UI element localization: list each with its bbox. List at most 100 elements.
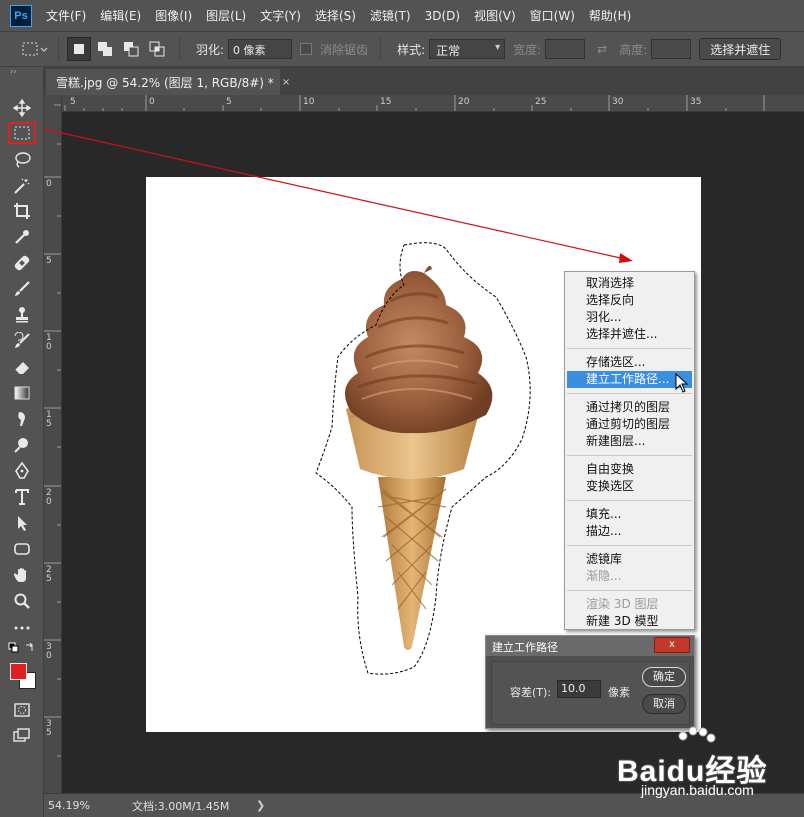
cancel-button[interactable]: 取消 (642, 694, 686, 714)
menu-image[interactable]: 图像(I) (155, 7, 192, 24)
antialias-label: 消除锯齿 (320, 42, 369, 57)
path-selection-tool-icon[interactable] (8, 512, 36, 534)
menu-item-select-and-mask[interactable]: 选择并遮住... (565, 326, 694, 343)
swap-icon[interactable]: ⇄ (597, 42, 607, 56)
menu-layer[interactable]: 图层(L) (206, 7, 246, 24)
menu-window[interactable]: 窗口(W) (530, 7, 575, 24)
hand-tool-icon[interactable] (8, 564, 36, 586)
tolerance-input[interactable]: 10.0 (557, 680, 601, 698)
pen-tool-icon[interactable] (8, 460, 36, 482)
photoshop-logo-icon: Ps (10, 4, 32, 27)
more-tools-icon[interactable] (8, 617, 36, 639)
menu-filter[interactable]: 滤镜(T) (370, 7, 411, 24)
menu-file[interactable]: 文件(F) (46, 7, 86, 24)
zoom-level[interactable]: 54.19% (48, 799, 118, 812)
menu-item-layer-via-copy[interactable]: 通过拷贝的图层 (565, 399, 694, 416)
crop-tool-icon[interactable] (8, 200, 36, 222)
menu-item-new-layer[interactable]: 新建图层... (565, 433, 694, 450)
ruler-label: 0 (149, 97, 155, 107)
marquee-preset-icon (22, 42, 48, 56)
tools-panel: ›› (0, 67, 44, 817)
menu-view[interactable]: 视图(V) (474, 7, 516, 24)
menu-separator (567, 500, 692, 501)
style-label: 样式: (397, 42, 426, 57)
color-swatches[interactable] (10, 663, 36, 689)
close-tab-icon[interactable]: × (282, 77, 290, 88)
ruler-label: 20 (458, 97, 470, 107)
dodge-tool-icon[interactable] (8, 434, 36, 456)
feather-input[interactable]: 0 像素 (228, 39, 293, 59)
intersect-selection-button[interactable] (145, 37, 169, 61)
vertical-ruler[interactable]: 0 5 1 0 1 5 2 0 2 5 3 0 3 5 (44, 95, 62, 793)
menu-item-deselect[interactable]: 取消选择 (565, 275, 694, 292)
healing-brush-tool-icon[interactable] (8, 252, 36, 274)
dialog-title-bar[interactable]: 建立工作路径 x (486, 636, 694, 656)
ok-button[interactable]: 确定 (642, 667, 686, 687)
lasso-tool-icon[interactable] (8, 149, 36, 171)
menu-type[interactable]: 文字(Y) (260, 7, 301, 24)
select-and-mask-button[interactable]: 选择并遮住 (699, 38, 782, 60)
eyedropper-tool-icon[interactable] (8, 226, 36, 248)
menu-item-fill[interactable]: 填充... (565, 506, 694, 523)
document-tab-title: 雪糕.jpg @ 54.2% (图层 1, RGB/8#) * (56, 75, 274, 90)
new-selection-button[interactable] (67, 37, 91, 61)
context-menu: 取消选择 选择反向 羽化... 选择并遮住... 存储选区... 建立工作路径.… (564, 271, 695, 630)
menu-item-stroke[interactable]: 描边... (565, 523, 694, 540)
screen-mode-icon[interactable] (8, 725, 36, 747)
brush-tool-icon[interactable] (8, 278, 36, 300)
divider (179, 37, 180, 61)
tolerance-unit: 像素 (608, 686, 630, 699)
menu-item-new-3d-model[interactable]: 新建 3D 模型 (565, 613, 694, 630)
menu-help[interactable]: 帮助(H) (589, 7, 631, 24)
ruler-label: 1 5 (46, 410, 52, 429)
document-tab-bar: 雪糕.jpg @ 54.2% (图层 1, RGB/8#) * × (44, 67, 804, 95)
default-colors-icon[interactable] (8, 642, 36, 656)
add-selection-button[interactable] (93, 37, 117, 61)
smudge-tool-icon[interactable] (8, 408, 36, 430)
magic-wand-tool-icon[interactable] (8, 175, 36, 197)
menu-item-save-selection[interactable]: 存储选区... (565, 354, 694, 371)
menu-item-feather[interactable]: 羽化... (565, 309, 694, 326)
type-tool-icon[interactable] (8, 486, 36, 508)
rectangular-marquee-tool-icon[interactable] (8, 122, 36, 144)
style-select[interactable]: 正常 (429, 39, 506, 59)
move-tool-icon[interactable] (8, 97, 36, 119)
menu-item-layer-via-cut[interactable]: 通过剪切的图层 (565, 416, 694, 433)
menu-separator (567, 393, 692, 394)
gradient-tool-icon[interactable] (8, 382, 36, 404)
menu-item-render-3d-layer: 渲染 3D 图层 (586, 597, 659, 611)
menu-edit[interactable]: 编辑(E) (100, 7, 141, 24)
height-label: 高度: (619, 42, 648, 57)
dialog-close-button[interactable]: x (654, 637, 690, 653)
tool-preset-picker[interactable] (20, 38, 50, 60)
horizontal-ruler[interactable]: 5 0 5 10 15 20 25 30 35 (62, 95, 804, 112)
zoom-tool-icon[interactable] (8, 590, 36, 612)
status-menu-arrow-icon[interactable]: ❯ (256, 799, 265, 812)
height-input[interactable] (651, 39, 692, 59)
antialias-checkbox[interactable] (300, 43, 313, 55)
eraser-tool-icon[interactable] (8, 356, 36, 378)
menu-separator (567, 348, 692, 349)
ruler-label: 3 0 (46, 642, 52, 661)
menu-bar: Ps 文件(F) 编辑(E) 图像(I) 图层(L) 文字(Y) 选择(S) 滤… (0, 0, 804, 31)
menu-item-select-inverse[interactable]: 选择反向 (565, 292, 694, 309)
baidu-jingyan-watermark: Baidu经验 jingyan.baidu.com (617, 726, 797, 806)
foreground-color-swatch[interactable] (10, 663, 27, 680)
menu-item-make-work-path[interactable]: 建立工作路径... (567, 371, 692, 388)
quick-mask-icon[interactable] (8, 699, 36, 721)
mouse-cursor-icon (675, 373, 689, 393)
clone-stamp-tool-icon[interactable] (8, 304, 36, 326)
ruler-ticks (44, 104, 61, 757)
menu-select[interactable]: 选择(S) (315, 7, 356, 24)
menu-3d[interactable]: 3D(D) (425, 9, 460, 23)
document-tab[interactable]: 雪糕.jpg @ 54.2% (图层 1, RGB/8#) * × (46, 69, 290, 95)
menu-item-free-transform[interactable]: 自由变换 (565, 461, 694, 478)
width-input[interactable] (545, 39, 586, 59)
menu-item-filter-gallery[interactable]: 滤镜库 (565, 551, 694, 568)
rectangle-shape-tool-icon[interactable] (8, 538, 36, 560)
panel-grip-icon[interactable]: ›› (0, 67, 43, 77)
history-brush-tool-icon[interactable] (8, 330, 36, 352)
subtract-selection-button[interactable] (119, 37, 143, 61)
menu-item-transform-selection[interactable]: 变换选区 (565, 478, 694, 495)
ruler-label: 10 (303, 97, 315, 107)
